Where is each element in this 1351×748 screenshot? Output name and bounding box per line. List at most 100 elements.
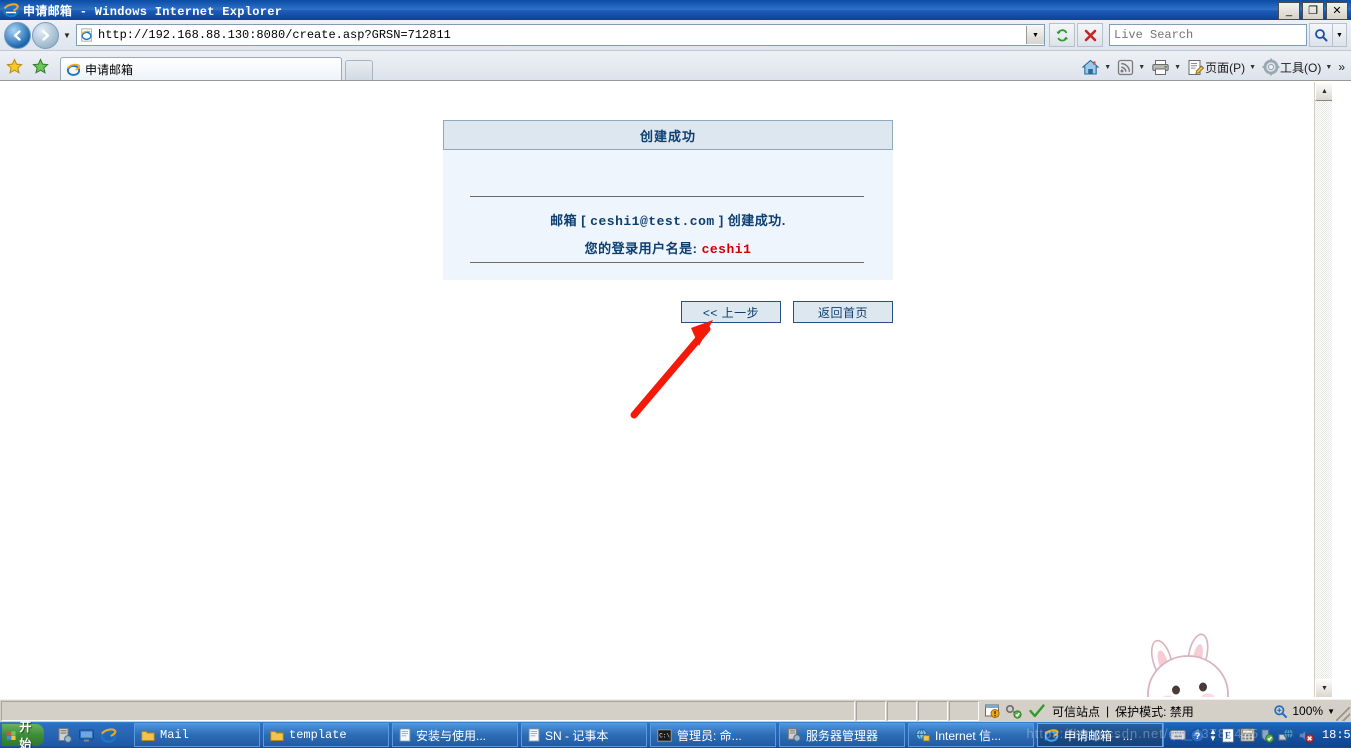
print-caret-icon[interactable]: ▼ — [1174, 64, 1181, 71]
shield-check-icon[interactable] — [1259, 728, 1274, 743]
svg-text:E: E — [1225, 730, 1231, 740]
history-dropdown-button[interactable]: ▼ — [61, 31, 73, 40]
return-home-button[interactable]: 返回首页 — [793, 301, 893, 323]
keyboard-icon[interactable] — [1170, 729, 1186, 741]
privacy-key-icon[interactable] — [1005, 703, 1022, 719]
favorites-center-button[interactable] — [3, 55, 25, 77]
panel-body: 邮箱 [ ceshi1@test.com ] 创建成功. 您的登录用户名是: c… — [443, 150, 893, 280]
home-icon — [1081, 59, 1100, 75]
zoom-level-label: 100% — [1292, 704, 1324, 718]
panel-title: 创建成功 — [443, 120, 893, 150]
forward-button[interactable] — [32, 21, 59, 49]
status-cell-4 — [918, 701, 948, 721]
search-provider-dropdown[interactable]: ▼ — [1333, 23, 1347, 47]
page-menu-button[interactable]: 页面(P) — [1185, 55, 1247, 79]
back-arrow-icon — [13, 29, 21, 41]
address-input-wrapper[interactable]: http://192.168.88.130:8080/create.asp?GR… — [76, 24, 1045, 46]
vertical-scrollbar[interactable]: ▲ ▼ — [1314, 82, 1332, 697]
windows-taskbar: 开始 Mail template 安装与使用... SN - 记事本 C:\ 管… — [0, 720, 1351, 748]
stop-button[interactable] — [1077, 23, 1103, 47]
calculator-icon[interactable] — [1240, 728, 1255, 742]
popup-blocker-icon[interactable] — [984, 703, 1001, 719]
iis-icon — [915, 728, 930, 742]
taskbar-item-server-manager[interactable]: 服务器管理器 — [779, 723, 906, 747]
add-to-favorites-button[interactable] — [29, 55, 51, 77]
username-label: 您的登录用户名是: — [584, 241, 698, 256]
taskbar-item-install-guide[interactable]: 安装与使用... — [392, 723, 519, 747]
zoom-control[interactable]: 100% ▼ — [1273, 704, 1335, 719]
desktop-root: 申请邮箱 - Windows Internet Explorer _ ❐ ✕ ▼ — [0, 0, 1351, 748]
show-desktop-icon[interactable] — [78, 727, 95, 744]
home-caret-icon[interactable]: ▼ — [1104, 64, 1111, 71]
page-caret-icon[interactable]: ▼ — [1249, 64, 1256, 71]
system-tray: ? ▲ ▼ E 18:5 — [1163, 723, 1351, 747]
search-input[interactable] — [1110, 26, 1306, 44]
green-check-icon — [1029, 704, 1045, 718]
browser-tab[interactable]: 申请邮箱 — [60, 57, 342, 80]
message-prefix: 邮箱 [ — [550, 213, 591, 228]
gear-icon — [1262, 58, 1280, 76]
feeds-caret-icon[interactable]: ▼ — [1138, 64, 1145, 71]
search-input-wrapper[interactable] — [1109, 24, 1307, 46]
windows-flag-icon — [6, 730, 16, 740]
refresh-button[interactable] — [1049, 23, 1075, 47]
home-button[interactable] — [1079, 55, 1102, 79]
stop-icon — [1084, 29, 1096, 41]
volume-muted-icon[interactable] — [1298, 728, 1314, 743]
close-button[interactable]: ✕ — [1326, 2, 1348, 20]
previous-step-button[interactable]: << 上一步 — [681, 301, 781, 323]
internet-explorer-icon — [3, 3, 19, 18]
window-title-text: 申请邮箱 - Windows Internet Explorer — [23, 4, 283, 19]
editor-icon[interactable]: E — [1221, 727, 1236, 743]
notepad-icon — [399, 728, 411, 742]
taskbar-item-mail[interactable]: Mail — [134, 723, 261, 747]
folder-icon — [270, 730, 284, 741]
zoom-caret-icon[interactable]: ▼ — [1327, 707, 1335, 716]
server-manager-icon — [787, 728, 801, 742]
feeds-button[interactable] — [1115, 55, 1136, 79]
email-created-message: 邮箱 [ ceshi1@test.com ] 创建成功. — [443, 210, 893, 229]
tools-menu-button[interactable]: 工具(O) — [1260, 55, 1323, 79]
taskbar-item-admin-cmd[interactable]: C:\ 管理员: 命... — [650, 723, 777, 747]
rabbit-with-pigs-image — [1147, 633, 1229, 697]
search-go-button[interactable] — [1309, 23, 1333, 47]
restore-button[interactable]: ❐ — [1302, 2, 1324, 20]
rss-feed-icon — [1118, 59, 1134, 75]
status-cell-2 — [856, 701, 886, 721]
refresh-icon — [1055, 28, 1068, 41]
resize-grip[interactable] — [1336, 707, 1350, 721]
taskbar-item-active-ie[interactable]: 申请邮箱 - ... — [1037, 723, 1164, 747]
taskbar-item-sn-notepad[interactable]: SN - 记事本 — [521, 723, 648, 747]
search-icon — [1315, 29, 1328, 42]
new-tab-button[interactable] — [345, 60, 373, 80]
page-icon — [1188, 59, 1205, 75]
add-star-icon — [31, 57, 49, 74]
system-clock[interactable]: 18:58 — [1322, 728, 1351, 742]
scroll-up-button[interactable]: ▲ — [1315, 82, 1332, 101]
taskbar-item-template[interactable]: template — [263, 723, 390, 747]
tools-caret-icon[interactable]: ▼ — [1325, 64, 1332, 71]
taskbar-task-list: Mail template 安装与使用... SN - 记事本 C:\ 管理员:… — [134, 723, 1164, 747]
cmd-icon: C:\ — [657, 728, 672, 742]
minimize-button[interactable]: _ — [1278, 2, 1300, 20]
back-button[interactable] — [4, 21, 31, 49]
tab-favicon-icon — [66, 63, 81, 76]
username-value: ceshi1 — [701, 242, 752, 257]
address-dropdown-button[interactable]: ▼ — [1026, 26, 1044, 44]
command-overflow-button[interactable]: » — [1336, 55, 1347, 79]
print-button[interactable] — [1149, 55, 1172, 79]
taskbar-item-iis[interactable]: Internet 信... — [908, 723, 1035, 747]
taskbar-item-label: 管理员: 命... — [677, 728, 742, 743]
tray-expand-icon[interactable]: ▲ ▼ — [1209, 728, 1217, 743]
network-help-icon[interactable]: ? — [1190, 728, 1205, 743]
start-button[interactable]: 开始 — [2, 720, 45, 748]
internet-explorer-icon[interactable] — [100, 727, 117, 744]
taskbar-item-label: SN - 记事本 — [545, 728, 609, 743]
network-icon[interactable] — [1278, 727, 1294, 743]
page-favicon-icon — [81, 28, 92, 42]
scroll-down-button[interactable]: ▼ — [1315, 679, 1332, 697]
browser-viewport: 创建成功 邮箱 [ ceshi1@test.com ] 创建成功. 您的登录用户… — [0, 80, 1351, 699]
svg-text:?: ? — [1195, 731, 1201, 741]
server-icon[interactable] — [56, 727, 73, 744]
folder-icon — [141, 730, 155, 741]
